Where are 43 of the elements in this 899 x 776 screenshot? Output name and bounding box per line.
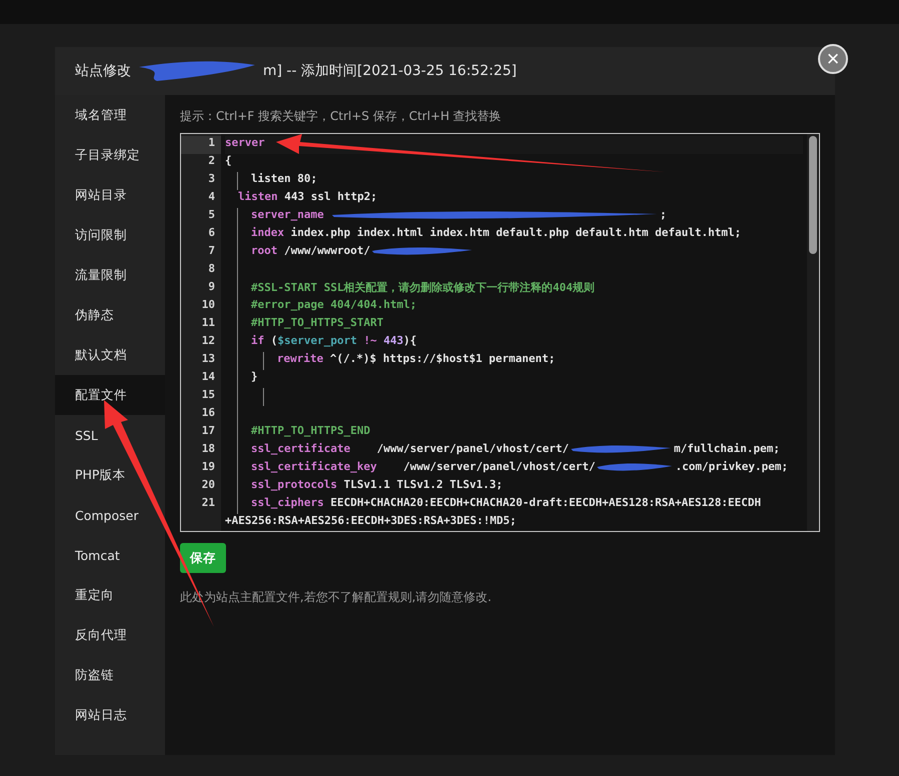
line-number: 3 xyxy=(207,172,216,187)
sidebar-item[interactable]: 防盗链 xyxy=(55,655,165,695)
sidebar-item[interactable]: Composer xyxy=(55,495,165,535)
line-number: 20 xyxy=(200,478,216,493)
line-number: 18 xyxy=(200,442,216,457)
line-number: 1 xyxy=(181,136,221,154)
line-number: 19 xyxy=(200,460,216,475)
line-number: 17 xyxy=(200,424,216,439)
line-number: 6 xyxy=(207,226,216,241)
code-editor[interactable]: 1 2 3 4 5 6 7 8 9 10 11 12 13 14 15 16 17 18 19 20 21 server { listen 80; listen 443 ssl http2; server_name ; index index.php index.html index.htm default.php default.htm default.html; root /www/wwwroot/ #SSL-START SSL相关配置，请勿删除或修改下一行带注释的404规则 #error_page 404/404.html; #HTTP_TO_HTTPS_START if ($server_port !~ 443){ rewrite ^(/.*)$ https://$host$1 permanent; } #HTTP_TO_HTTPS_END ssl_certificate /www/server/panel/vhost/cert/ m/fullchain.pem; ssl_certificate_key /www/server/panel/vhost/cert/ .com/privkey.pem; ssl_protocols TLSv1.1 TLSv1.2 TLSv1.3; ssl_ciphers EECDH+CHACHA20:EECDH+CHACHA20-draft:EECDH+AES128:RSA+AES128:EECDH +AES256:RSA+AES256:EECDH+3DES:RSA+3DES:!MD5; xyxy=(180,133,820,532)
line-number: 14 xyxy=(200,370,216,385)
line-number: 15 xyxy=(200,388,216,403)
line-number: 2 xyxy=(207,154,216,169)
line-number: 7 xyxy=(207,244,216,259)
sidebar-item[interactable]: 默认文档 xyxy=(55,335,165,375)
sidebar-item[interactable]: 访问限制 xyxy=(55,215,165,255)
line-number: 4 xyxy=(207,190,216,205)
sidebar-item[interactable]: SSL xyxy=(55,415,165,455)
line-number: 12 xyxy=(200,334,216,349)
sidebar-item[interactable]: PHP版本 xyxy=(55,455,165,495)
hint-text: 提示：Ctrl+F 搜索关键字，Ctrl+S 保存，Ctrl+H 查找替换 xyxy=(180,108,502,125)
dialog-title: 站点修改 xyxy=(75,62,131,80)
line-number: 5 xyxy=(207,208,216,223)
sidebar-item[interactable]: 网站日志 xyxy=(55,695,165,735)
line-number: 8 xyxy=(207,262,216,277)
sidebar-item[interactable]: 流量限制 xyxy=(55,255,165,295)
sidebar-item[interactable]: 网站目录 xyxy=(55,175,165,215)
line-number: 10 xyxy=(200,298,216,313)
dialog-title: m] -- 添加时间[2021-03-25 16:52:25] xyxy=(263,62,517,80)
scrollbar[interactable] xyxy=(807,134,819,531)
line-number: 16 xyxy=(200,406,216,421)
sidebar-item[interactable]: 重定向 xyxy=(55,575,165,615)
sidebar-item[interactable]: 域名管理 xyxy=(55,95,165,135)
sidebar-item[interactable]: Tomcat xyxy=(55,535,165,575)
sidebar-item[interactable]: 配置文件 xyxy=(55,375,165,415)
sidebar-item[interactable]: 反向代理 xyxy=(55,615,165,655)
line-number: 9 xyxy=(207,280,216,295)
line-number: 13 xyxy=(200,352,216,367)
sidebar-item[interactable]: 伪静态 xyxy=(55,295,165,335)
line-number: 21 xyxy=(200,496,216,511)
sidebar-item[interactable]: 子目录绑定 xyxy=(55,135,165,175)
close-button[interactable]: × xyxy=(818,44,848,74)
line-number: 11 xyxy=(200,316,216,331)
